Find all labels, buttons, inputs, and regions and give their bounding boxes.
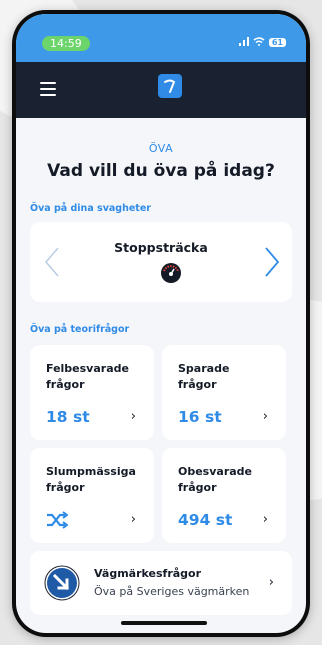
- status-bar: 14:59 61: [16, 14, 306, 62]
- top-navbar: [16, 62, 306, 118]
- home-indicator[interactable]: [121, 621, 207, 625]
- card-count: 18 st: [46, 408, 90, 426]
- app-screen: 14:59 61 ÖVA Vad vill du öva på idag? Öv…: [16, 14, 306, 633]
- chevron-right-icon[interactable]: [260, 246, 282, 278]
- page-title: Vad vill du öva på idag?: [47, 161, 275, 181]
- wifi-icon: [253, 36, 265, 49]
- sign-card-subtitle: Öva på Sveriges vägmärken: [94, 585, 250, 598]
- card-title: Obesvarade frågor: [178, 465, 253, 494]
- chevron-right-icon: ›: [130, 409, 136, 424]
- card-title: Sparade frågor: [178, 362, 230, 391]
- road-sign-icon: [44, 565, 80, 601]
- weakness-section-label: Öva på dina svagheter: [30, 203, 151, 214]
- random-questions-card[interactable]: Slumpmässiga frågor ›: [30, 448, 154, 543]
- theory-cards-grid: Felbesvarade frågor 18 st › Sparade fråg…: [30, 345, 292, 543]
- sign-card-title: Vägmärkesfrågor: [94, 567, 202, 580]
- carousel-item-title[interactable]: Stoppsträcka: [30, 240, 292, 255]
- weakness-carousel: Stoppsträcka: [30, 222, 292, 302]
- card-count: 16 st: [178, 408, 222, 426]
- saved-questions-card[interactable]: Sparade frågor 16 st ›: [162, 345, 286, 440]
- main-content: ÖVA Vad vill du öva på idag? Öva på dina…: [16, 142, 306, 615]
- page-eyebrow: ÖVA: [148, 142, 174, 155]
- theory-section-label: Öva på teorifrågor: [30, 324, 130, 335]
- wrong-answers-card[interactable]: Felbesvarade frågor 18 st ›: [30, 345, 154, 440]
- chevron-right-icon: ›: [262, 512, 268, 527]
- status-time: 14:59: [42, 36, 90, 51]
- chevron-right-icon: ›: [130, 512, 136, 527]
- hamburger-menu-icon[interactable]: [40, 82, 56, 96]
- brand-logo-icon[interactable]: [158, 74, 182, 98]
- phone-frame: 14:59 61 ÖVA Vad vill du öva på idag? Öv…: [12, 10, 310, 637]
- battery-icon: 61: [268, 38, 286, 47]
- road-sign-questions-card[interactable]: Vägmärkesfrågor Öva på Sveriges vägmärke…: [30, 551, 292, 615]
- speedometer-icon: [160, 262, 182, 284]
- chevron-right-icon: ›: [268, 575, 274, 590]
- shuffle-icon: [46, 511, 69, 529]
- card-count: 494 st: [178, 511, 233, 529]
- status-icons: 61: [238, 36, 286, 49]
- chevron-right-icon: ›: [262, 409, 268, 424]
- card-title: Felbesvarade frågor: [46, 362, 129, 391]
- signal-icon: [238, 36, 249, 49]
- unanswered-questions-card[interactable]: Obesvarade frågor 494 st ›: [162, 448, 286, 543]
- card-title: Slumpmässiga frågor: [46, 465, 136, 494]
